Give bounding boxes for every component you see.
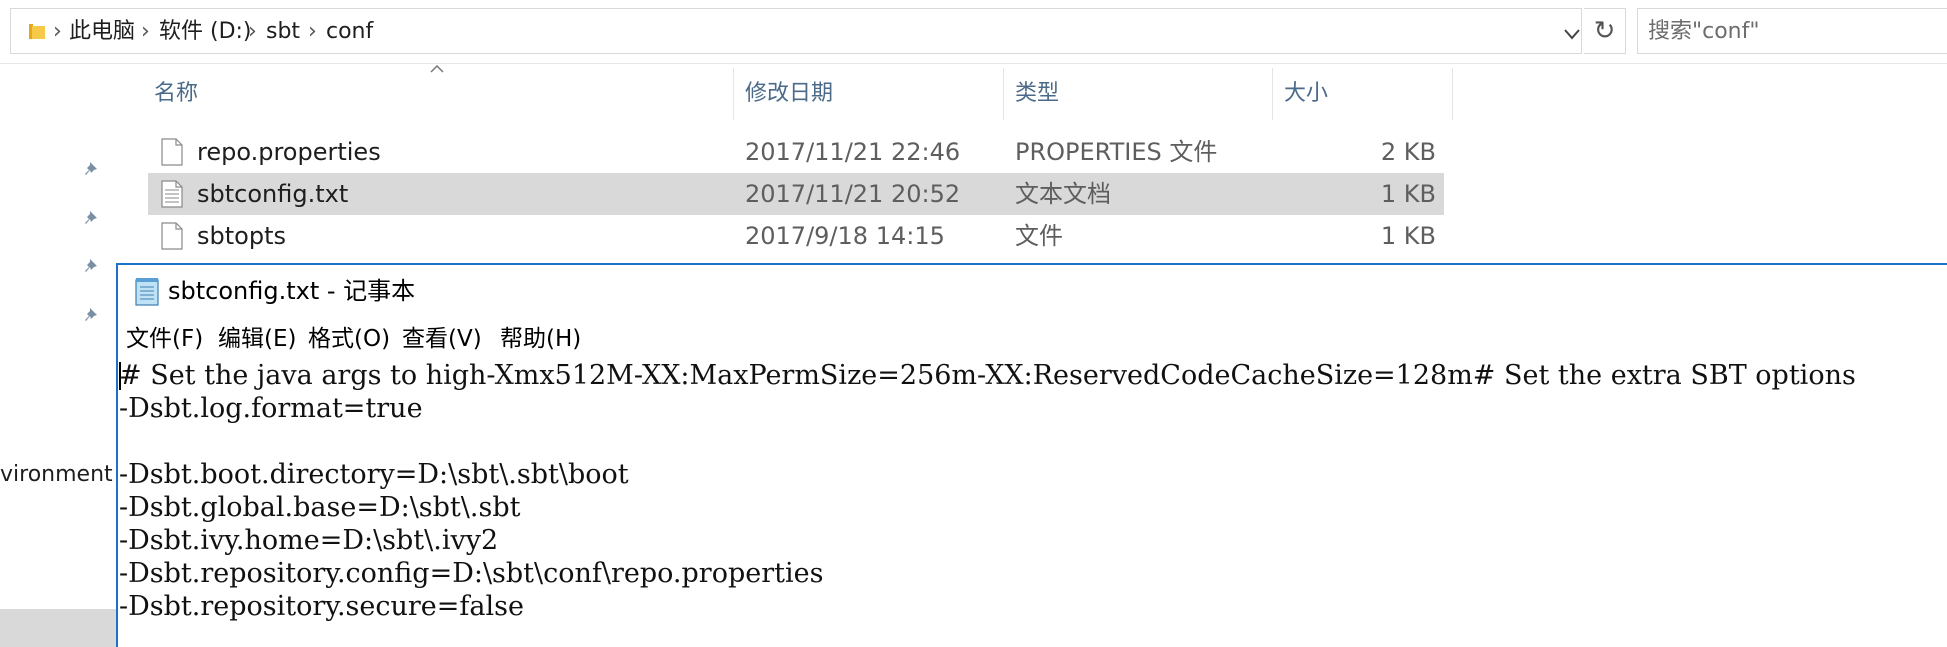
- file-name: sbtopts: [197, 222, 286, 250]
- blank-file-icon: [161, 222, 183, 250]
- nav-item-environment[interactable]: vironment: [0, 462, 113, 488]
- notepad-icon: [135, 278, 159, 306]
- refresh-button[interactable]: ↻: [1584, 8, 1626, 54]
- text-line: -Dsbt.boot.directory=D:\sbt\.sbt\boot: [119, 459, 629, 490]
- pin-icon[interactable]: [82, 159, 104, 181]
- breadcrumb-drive-d[interactable]: 软件 (D:): [159, 19, 252, 45]
- address-bar[interactable]: › 此电脑 › 软件 (D:) › sbt › conf: [10, 8, 1582, 54]
- search-input[interactable]: 搜索"conf": [1637, 8, 1947, 54]
- menu-edit[interactable]: 编辑(E): [218, 323, 296, 355]
- text-caret: [119, 362, 121, 390]
- breadcrumb-conf[interactable]: conf: [326, 19, 373, 45]
- chevron-down-icon[interactable]: [1563, 27, 1581, 41]
- notepad-title-bar[interactable]: sbtconfig.txt - 记事本: [118, 265, 1947, 315]
- file-type: 文件: [1015, 222, 1063, 250]
- column-header-type[interactable]: 类型: [1015, 68, 1059, 120]
- text-file-icon: [161, 180, 183, 208]
- file-size: 2 KB: [1380, 138, 1436, 166]
- text-line: -Dsbt.repository.config=D:\sbt\conf\repo…: [119, 558, 824, 589]
- text-line: -Dsbt.log.format=true: [119, 393, 423, 424]
- notepad-menu-bar: 文件(F) 编辑(E) 格式(O) 查看(V) 帮助(H): [118, 323, 1947, 355]
- breadcrumb-this-pc[interactable]: 此电脑: [69, 19, 135, 45]
- text-line: -Dsbt.global.base=D:\sbt\.sbt: [119, 492, 521, 523]
- file-date: 2017/9/18 14:15: [745, 222, 945, 250]
- pin-icon[interactable]: [82, 208, 104, 230]
- refresh-icon: ↻: [1593, 16, 1616, 46]
- notepad-title: sbtconfig.txt - 记事本: [168, 277, 416, 305]
- pin-icon[interactable]: [82, 305, 104, 327]
- text-line: -Dsbt.ivy.home=D:\sbt\.ivy2: [119, 525, 499, 556]
- file-row[interactable]: repo.properties 2017/11/21 22:46 PROPERT…: [148, 131, 1444, 173]
- chevron-right-icon[interactable]: ›: [248, 19, 257, 45]
- notepad-window[interactable]: sbtconfig.txt - 记事本 文件(F) 编辑(E) 格式(O) 查看…: [116, 263, 1947, 647]
- menu-file[interactable]: 文件(F): [126, 323, 203, 355]
- navigation-pane: vironment: [0, 64, 116, 647]
- file-size: 1 KB: [1380, 222, 1436, 250]
- file-date: 2017/11/21 20:52: [745, 180, 961, 208]
- column-header-name[interactable]: 名称: [154, 68, 198, 120]
- menu-view[interactable]: 查看(V): [402, 323, 482, 355]
- file-row-selected[interactable]: sbtconfig.txt 2017/11/21 20:52 文本文档 1 KB: [148, 173, 1444, 215]
- file-name: sbtconfig.txt: [197, 180, 349, 208]
- column-divider[interactable]: [1452, 68, 1453, 120]
- file-date: 2017/11/21 22:46: [745, 138, 961, 166]
- blank-file-icon: [161, 138, 183, 166]
- breadcrumb-sbt[interactable]: sbt: [266, 19, 300, 45]
- text-line: # Set the java args to high-Xmx512M-XX:M…: [119, 360, 1856, 391]
- column-divider[interactable]: [1272, 68, 1273, 120]
- text-line: -Dsbt.repository.secure=false: [119, 591, 524, 622]
- chevron-right-icon: ›: [53, 19, 62, 44]
- column-header-date[interactable]: 修改日期: [745, 68, 833, 120]
- pin-icon[interactable]: [82, 256, 104, 278]
- chevron-right-icon[interactable]: ›: [308, 19, 317, 45]
- menu-help[interactable]: 帮助(H): [500, 323, 581, 355]
- file-row[interactable]: sbtopts 2017/9/18 14:15 文件 1 KB: [148, 215, 1444, 257]
- file-type: PROPERTIES 文件: [1015, 138, 1218, 166]
- nav-item-selected[interactable]: [0, 609, 116, 647]
- text-line: [118, 425, 1947, 458]
- sort-ascending-icon: [430, 64, 444, 73]
- column-header-size[interactable]: 大小: [1284, 68, 1328, 120]
- file-size: 1 KB: [1380, 180, 1436, 208]
- column-divider[interactable]: [1003, 68, 1004, 120]
- column-divider[interactable]: [733, 68, 734, 120]
- menu-format[interactable]: 格式(O): [308, 323, 390, 355]
- file-type: 文本文档: [1015, 180, 1111, 208]
- folder-icon: [29, 24, 45, 39]
- notepad-text-area[interactable]: # Set the java args to high-Xmx512M-XX:M…: [118, 359, 1947, 623]
- chevron-right-icon[interactable]: ›: [141, 19, 150, 45]
- file-name: repo.properties: [197, 138, 381, 166]
- search-placeholder: 搜索"conf": [1648, 19, 1760, 44]
- address-toolbar: › 此电脑 › 软件 (D:) › sbt › conf ↻ 搜索"conf": [0, 0, 1947, 64]
